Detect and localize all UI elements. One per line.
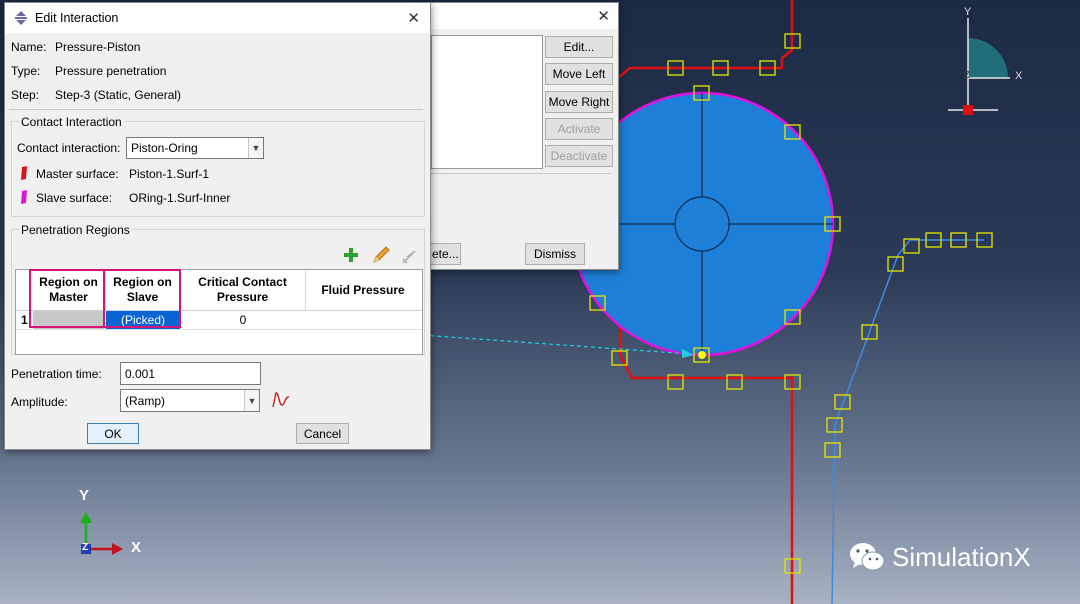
highlight-region-master	[29, 269, 105, 328]
selected-node[interactable]	[698, 351, 706, 359]
interaction-icon	[15, 11, 27, 25]
wechat-icon	[850, 543, 885, 571]
type-value: Pressure penetration	[55, 64, 167, 78]
contact-interaction-value: Piston-Oring	[131, 141, 198, 155]
header-critical-pressure[interactable]: Critical Contact Pressure	[180, 270, 306, 310]
chevron-down-icon[interactable]: ▼	[244, 390, 259, 411]
move-left-button[interactable]: Move Left	[545, 63, 613, 85]
slave-surface-label: Slave surface:	[36, 191, 113, 205]
triad-top-x-label: X	[1015, 70, 1023, 82]
contact-interaction-label: Contact interaction:	[17, 141, 121, 155]
manager-titlebar: ✕	[413, 3, 618, 29]
triad-top-z-label: Z	[964, 70, 971, 81]
dismiss-button[interactable]: Dismiss	[525, 243, 585, 265]
view-triad-top	[948, 18, 1010, 115]
info-divider	[9, 109, 423, 110]
chevron-down-icon[interactable]: ▼	[248, 138, 263, 158]
amplitude-select[interactable]: (Ramp) ▼	[120, 389, 260, 412]
name-value: Pressure-Piston	[55, 40, 141, 54]
cancel-button[interactable]: Cancel	[296, 423, 349, 444]
delete-button[interactable]: ete...	[429, 243, 461, 265]
watermark: SimulationX	[848, 540, 1031, 574]
triad-x-label: X	[131, 539, 142, 556]
amplitude-value: (Ramp)	[125, 393, 166, 408]
penetration-group-title: Penetration Regions	[19, 223, 132, 237]
cell-critical-pressure[interactable]: 0	[180, 311, 306, 329]
triad-y-label: Y	[79, 487, 90, 504]
amplitude-curve-icon[interactable]	[271, 391, 291, 409]
step-value: Step-3 (Static, General)	[55, 88, 182, 102]
master-surface-icon	[21, 166, 27, 180]
row-index: 1	[21, 313, 28, 327]
slave-surface-icon	[21, 190, 27, 204]
contact-interaction-select[interactable]: Piston-Oring ▼	[126, 137, 264, 159]
manager-list[interactable]	[431, 35, 543, 169]
amplitude-label: Amplitude:	[11, 395, 68, 409]
step-label: Step:	[11, 88, 40, 102]
edit-titlebar: Edit Interaction ✕	[5, 3, 430, 33]
delete-row-icon[interactable]	[401, 249, 417, 265]
ok-button[interactable]: OK	[87, 423, 139, 444]
penetration-time-input[interactable]: 0.001	[120, 362, 261, 385]
contact-group-title: Contact Interaction	[19, 115, 124, 129]
watermark-text: SimulationX	[892, 541, 1031, 572]
triad-top-y-label: Y	[964, 6, 972, 18]
close-icon[interactable]: ✕	[407, 9, 420, 27]
type-label: Type:	[11, 64, 41, 78]
manager-close-icon[interactable]: ✕	[597, 7, 610, 25]
header-fluid-pressure[interactable]: Fluid Pressure	[306, 270, 420, 310]
slave-surface-value: ORing-1.Surf-Inner	[129, 191, 231, 205]
manager-divider	[431, 173, 611, 174]
activate-button[interactable]: Activate	[545, 118, 613, 140]
master-surface-label: Master surface:	[36, 167, 119, 181]
move-right-button[interactable]: Move Right	[545, 91, 613, 113]
dialog-title: Edit Interaction	[35, 11, 119, 25]
highlight-region-slave	[103, 269, 181, 328]
edit-button[interactable]: Edit...	[545, 36, 613, 58]
name-label: Name:	[11, 40, 47, 54]
penetration-time-label: Penetration time:	[11, 367, 102, 381]
cell-fluid-pressure[interactable]	[306, 311, 420, 329]
edit-interaction-dialog: Edit Interaction ✕ Name: Pressure-Piston…	[4, 2, 431, 450]
triad-z-label: Z	[82, 542, 89, 553]
add-row-icon[interactable]	[343, 247, 359, 263]
edit-pencil-icon[interactable]	[371, 246, 391, 264]
interaction-manager-dialog: ✕ Edit... Move Left Move Right Activate …	[412, 2, 619, 270]
master-surface-value: Piston-1.Surf-1	[129, 167, 210, 181]
deactivate-button[interactable]: Deactivate	[545, 145, 613, 167]
